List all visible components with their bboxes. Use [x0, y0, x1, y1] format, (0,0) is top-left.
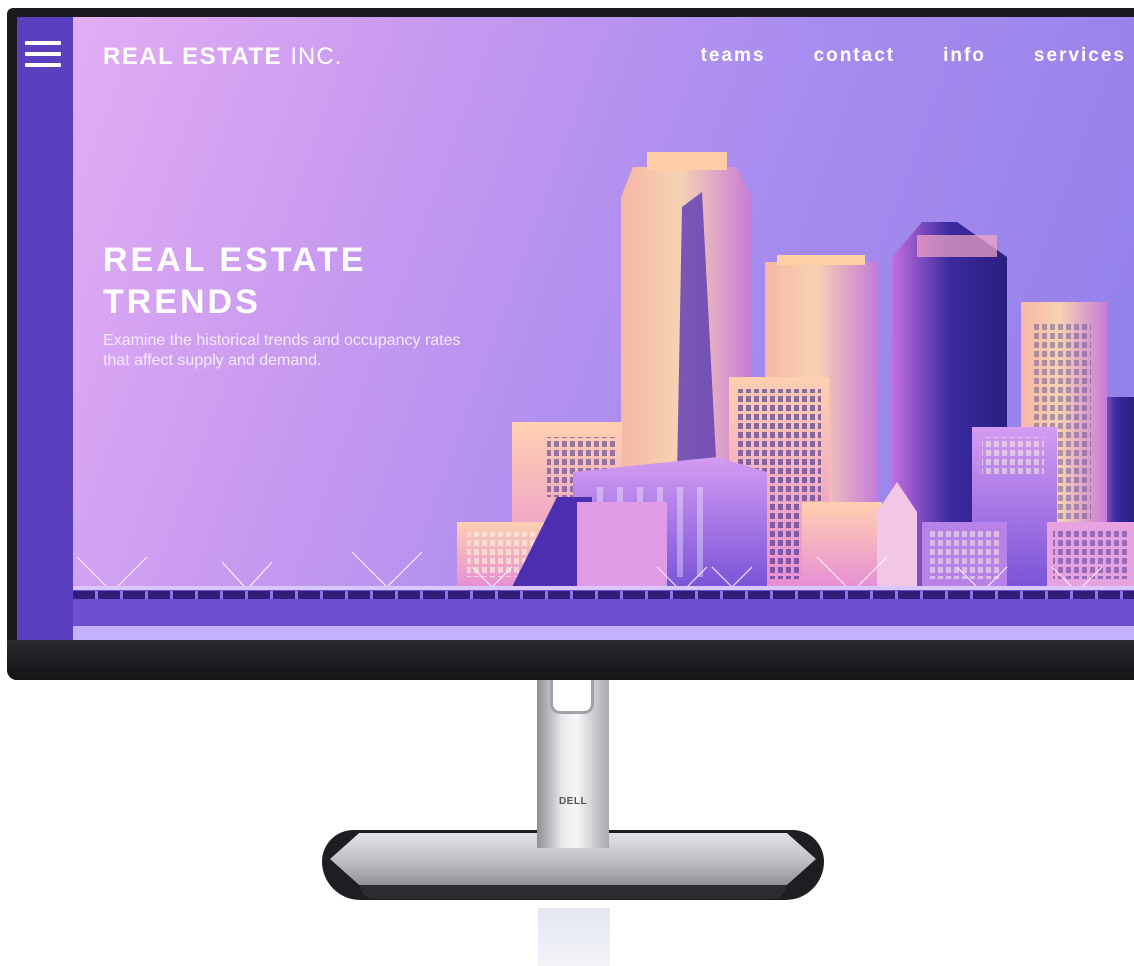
building [577, 502, 667, 587]
stand-reflection [538, 908, 610, 966]
dell-logo: DELL [558, 796, 588, 807]
monitor-chin [7, 640, 1134, 680]
city-skyline-illustration [76, 152, 1134, 628]
stand-base-edge [360, 885, 786, 899]
cable-slot [550, 680, 594, 714]
website-screen: REAL ESTATE INC. teams contact info serv… [17, 17, 1134, 640]
street-base [73, 626, 1134, 640]
street-railing [73, 591, 1134, 599]
